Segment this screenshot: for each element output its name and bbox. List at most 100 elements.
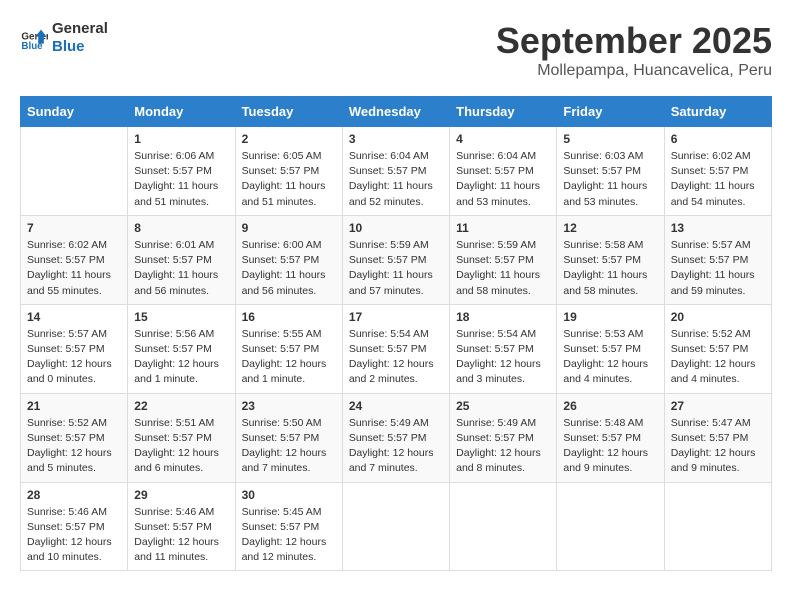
day-info: Sunrise: 5:59 AM Sunset: 5:57 PM Dayligh…: [349, 238, 443, 299]
calendar-cell: 21 Sunrise: 5:52 AM Sunset: 5:57 PM Dayli…: [21, 393, 128, 482]
calendar-cell: 1 Sunrise: 6:06 AM Sunset: 5:57 PM Daylig…: [128, 127, 235, 216]
week-row-2: 14 Sunrise: 5:57 AM Sunset: 5:57 PM Dayli…: [21, 304, 772, 393]
day-number: 5: [563, 132, 657, 146]
day-number: 12: [563, 221, 657, 235]
day-number: 23: [242, 399, 336, 413]
day-info: Sunrise: 5:49 AM Sunset: 5:57 PM Dayligh…: [349, 416, 443, 477]
week-row-3: 21 Sunrise: 5:52 AM Sunset: 5:57 PM Dayli…: [21, 393, 772, 482]
day-number: 7: [27, 221, 121, 235]
day-info: Sunrise: 6:04 AM Sunset: 5:57 PM Dayligh…: [456, 149, 550, 210]
calendar-cell: 19Sunrise: 5:53 AM Sunset: 5:57 PM Dayli…: [557, 304, 664, 393]
calendar-cell: 28Sunrise: 5:46 AM Sunset: 5:57 PM Dayli…: [21, 482, 128, 571]
calendar-cell: [342, 482, 449, 571]
calendar-cell: 20Sunrise: 5:52 AM Sunset: 5:57 PM Dayli…: [664, 304, 771, 393]
calendar-cell: [664, 482, 771, 571]
day-number: 2: [242, 132, 336, 146]
day-info: Sunrise: 5:47 AM Sunset: 5:57 PM Dayligh…: [671, 416, 765, 477]
calendar-cell: 10 Sunrise: 5:59 AM Sunset: 5:57 PM Dayli…: [342, 215, 449, 304]
calendar-header-row: SundayMondayTuesdayWednesdayThursdayFrid…: [21, 97, 772, 127]
day-number: 18: [456, 310, 550, 324]
calendar-cell: 22Sunrise: 5:51 AM Sunset: 5:57 PM Dayli…: [128, 393, 235, 482]
calendar-cell: 12Sunrise: 5:58 AM Sunset: 5:57 PM Dayli…: [557, 215, 664, 304]
day-number: 24: [349, 399, 443, 413]
day-number: 11: [456, 221, 550, 235]
calendar-cell: 11 Sunrise: 5:59 AM Sunset: 5:57 PM Dayli…: [450, 215, 557, 304]
calendar-cell: 13 Sunrise: 5:57 AM Sunset: 5:57 PM Dayli…: [664, 215, 771, 304]
day-info: Sunrise: 5:49 AM Sunset: 5:57 PM Dayligh…: [456, 416, 550, 477]
day-number: 26: [563, 399, 657, 413]
calendar-cell: [557, 482, 664, 571]
calendar-cell: 4 Sunrise: 6:04 AM Sunset: 5:57 PM Daylig…: [450, 127, 557, 216]
day-info: Sunrise: 6:04 AM Sunset: 5:57 PM Dayligh…: [349, 149, 443, 210]
month-title: September 2025: [496, 20, 772, 62]
location-title: Mollepampa, Huancavelica, Peru: [496, 62, 772, 80]
day-number: 29: [134, 488, 228, 502]
header-sunday: Sunday: [21, 97, 128, 127]
calendar-cell: 7 Sunrise: 6:02 AM Sunset: 5:57 PM Daylig…: [21, 215, 128, 304]
day-number: 10: [349, 221, 443, 235]
day-info: Sunrise: 6:00 AM Sunset: 5:57 PM Dayligh…: [242, 238, 336, 299]
calendar-cell: 18Sunrise: 5:54 AM Sunset: 5:57 PM Dayli…: [450, 304, 557, 393]
header-tuesday: Tuesday: [235, 97, 342, 127]
calendar-cell: 26Sunrise: 5:48 AM Sunset: 5:57 PM Dayli…: [557, 393, 664, 482]
logo-general: General: [52, 20, 108, 38]
calendar-cell: 24 Sunrise: 5:49 AM Sunset: 5:57 PM Dayli…: [342, 393, 449, 482]
calendar-cell: 9 Sunrise: 6:00 AM Sunset: 5:57 PM Daylig…: [235, 215, 342, 304]
day-info: Sunrise: 5:57 AM Sunset: 5:57 PM Dayligh…: [27, 327, 121, 388]
logo: General Blue General Blue: [20, 20, 108, 56]
day-info: Sunrise: 6:05 AM Sunset: 5:57 PM Dayligh…: [242, 149, 336, 210]
header-friday: Friday: [557, 97, 664, 127]
day-number: 1: [134, 132, 228, 146]
day-info: Sunrise: 6:03 AM Sunset: 5:57 PM Dayligh…: [563, 149, 657, 210]
calendar-cell: 8Sunrise: 6:01 AM Sunset: 5:57 PM Daylig…: [128, 215, 235, 304]
day-info: Sunrise: 6:02 AM Sunset: 5:57 PM Dayligh…: [671, 149, 765, 210]
day-number: 6: [671, 132, 765, 146]
day-number: 16: [242, 310, 336, 324]
calendar-cell: 6 Sunrise: 6:02 AM Sunset: 5:57 PM Daylig…: [664, 127, 771, 216]
calendar-cell: 16Sunrise: 5:55 AM Sunset: 5:57 PM Dayli…: [235, 304, 342, 393]
day-number: 9: [242, 221, 336, 235]
day-number: 14: [27, 310, 121, 324]
day-info: Sunrise: 5:59 AM Sunset: 5:57 PM Dayligh…: [456, 238, 550, 299]
day-number: 30: [242, 488, 336, 502]
title-block: September 2025 Mollepampa, Huancavelica,…: [496, 20, 772, 80]
week-row-1: 7 Sunrise: 6:02 AM Sunset: 5:57 PM Daylig…: [21, 215, 772, 304]
calendar-cell: 2 Sunrise: 6:05 AM Sunset: 5:57 PM Daylig…: [235, 127, 342, 216]
header-thursday: Thursday: [450, 97, 557, 127]
calendar-cell: 27 Sunrise: 5:47 AM Sunset: 5:57 PM Dayli…: [664, 393, 771, 482]
calendar-cell: 23Sunrise: 5:50 AM Sunset: 5:57 PM Dayli…: [235, 393, 342, 482]
week-row-4: 28Sunrise: 5:46 AM Sunset: 5:57 PM Dayli…: [21, 482, 772, 571]
calendar-cell: 15 Sunrise: 5:56 AM Sunset: 5:57 PM Dayli…: [128, 304, 235, 393]
day-info: Sunrise: 5:57 AM Sunset: 5:57 PM Dayligh…: [671, 238, 765, 299]
day-info: Sunrise: 5:51 AM Sunset: 5:57 PM Dayligh…: [134, 416, 228, 477]
calendar-cell: 5 Sunrise: 6:03 AM Sunset: 5:57 PM Daylig…: [557, 127, 664, 216]
calendar-cell: 3Sunrise: 6:04 AM Sunset: 5:57 PM Daylig…: [342, 127, 449, 216]
day-number: 15: [134, 310, 228, 324]
calendar-cell: [21, 127, 128, 216]
day-number: 21: [27, 399, 121, 413]
day-number: 8: [134, 221, 228, 235]
day-number: 13: [671, 221, 765, 235]
header-saturday: Saturday: [664, 97, 771, 127]
day-info: Sunrise: 5:46 AM Sunset: 5:57 PM Dayligh…: [134, 505, 228, 566]
day-info: Sunrise: 5:56 AM Sunset: 5:57 PM Dayligh…: [134, 327, 228, 388]
day-info: Sunrise: 5:45 AM Sunset: 5:57 PM Dayligh…: [242, 505, 336, 566]
day-info: Sunrise: 6:06 AM Sunset: 5:57 PM Dayligh…: [134, 149, 228, 210]
page-header: General Blue General Blue September 2025…: [20, 20, 772, 80]
day-info: Sunrise: 5:53 AM Sunset: 5:57 PM Dayligh…: [563, 327, 657, 388]
week-row-0: 1 Sunrise: 6:06 AM Sunset: 5:57 PM Daylig…: [21, 127, 772, 216]
day-info: Sunrise: 6:02 AM Sunset: 5:57 PM Dayligh…: [27, 238, 121, 299]
day-number: 17: [349, 310, 443, 324]
logo-icon: General Blue: [20, 24, 48, 52]
day-number: 27: [671, 399, 765, 413]
calendar-cell: 14 Sunrise: 5:57 AM Sunset: 5:57 PM Dayli…: [21, 304, 128, 393]
day-info: Sunrise: 5:54 AM Sunset: 5:57 PM Dayligh…: [349, 327, 443, 388]
day-info: Sunrise: 5:52 AM Sunset: 5:57 PM Dayligh…: [27, 416, 121, 477]
day-number: 20: [671, 310, 765, 324]
calendar-cell: [450, 482, 557, 571]
calendar-cell: 17 Sunrise: 5:54 AM Sunset: 5:57 PM Dayli…: [342, 304, 449, 393]
logo-blue: Blue: [52, 38, 108, 56]
day-number: 4: [456, 132, 550, 146]
calendar-cell: 29 Sunrise: 5:46 AM Sunset: 5:57 PM Dayli…: [128, 482, 235, 571]
calendar-cell: 30 Sunrise: 5:45 AM Sunset: 5:57 PM Dayli…: [235, 482, 342, 571]
